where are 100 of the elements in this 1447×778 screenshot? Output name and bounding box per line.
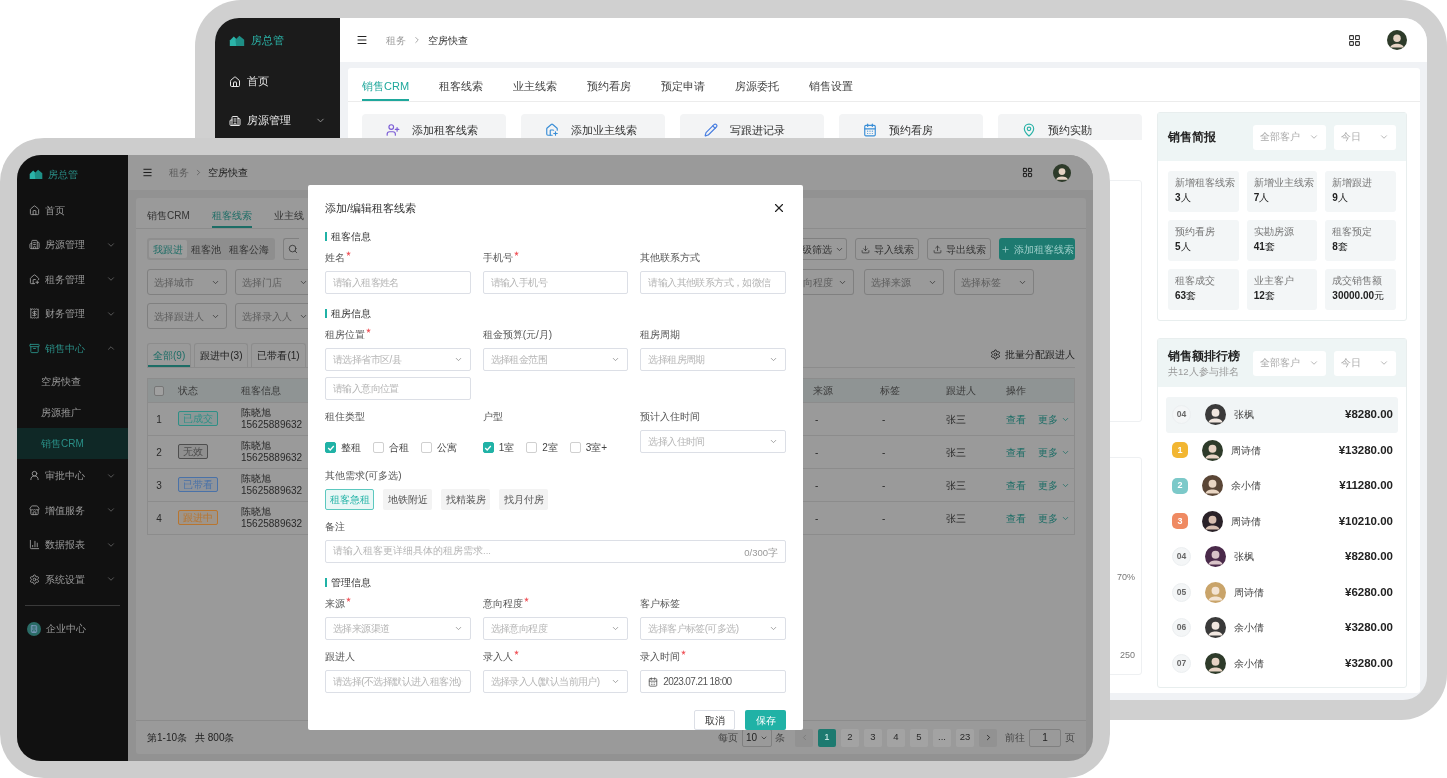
status-tab[interactable]: 跟进中(3) bbox=[194, 343, 249, 367]
option-chip[interactable]: 找精装房 bbox=[441, 489, 490, 510]
column-header: 跟进人 bbox=[945, 384, 977, 398]
quick-action-button[interactable]: 预约实勘 bbox=[998, 114, 1142, 140]
stat-label: 实勘房源 bbox=[1253, 225, 1295, 239]
ranking-row[interactable]: 06 余小倩 ¥3280.00 bbox=[1166, 610, 1398, 646]
tab[interactable]: 租客线索 bbox=[439, 73, 484, 101]
rank-medal: 1 bbox=[1172, 442, 1188, 459]
cancel-button[interactable]: 取消 bbox=[694, 710, 735, 730]
column-header: 来源 bbox=[812, 384, 834, 398]
option-chip[interactable]: 找月付房 bbox=[499, 489, 548, 510]
page-button[interactable]: 23 bbox=[956, 728, 974, 747]
sales-amount: ¥13280.00 bbox=[1338, 442, 1393, 458]
breadcrumb-link[interactable]: 租务 bbox=[386, 32, 406, 48]
status-tab[interactable]: 已带看(1) bbox=[251, 343, 306, 367]
breadcrumb-current: 空房快查 bbox=[208, 166, 248, 180]
sidebar-item[interactable]: 系统设置 bbox=[17, 562, 128, 597]
segment[interactable]: 租客公海 bbox=[225, 240, 273, 258]
tab[interactable]: 业主线索 bbox=[513, 73, 558, 101]
sidebar-item[interactable]: 销售中心 bbox=[17, 331, 128, 366]
page-button[interactable]: 2 bbox=[841, 728, 859, 747]
tab[interactable]: 销售CRM bbox=[147, 204, 190, 228]
sidebar-subitem[interactable]: 房源推广 bbox=[17, 396, 128, 428]
checkbox-option[interactable]: 1室 bbox=[482, 440, 515, 455]
field-label: 其他需求(可多选) bbox=[325, 469, 402, 483]
quick-action-button[interactable]: 写跟进记录 bbox=[680, 114, 824, 140]
goto-page-field[interactable]: 1 bbox=[1029, 728, 1061, 747]
sidebar-item[interactable]: 审批中心 bbox=[17, 458, 128, 493]
field-label: 租房位置 bbox=[325, 328, 365, 342]
sidebar-item[interactable]: 房源管理 bbox=[17, 227, 128, 262]
ranking-row[interactable]: 05 周诗倩 ¥6280.00 bbox=[1166, 574, 1398, 610]
table-cell-text: - bbox=[814, 412, 820, 427]
person-name: 余小倩 bbox=[1231, 479, 1262, 494]
character-counter: 0/300字 bbox=[744, 546, 778, 561]
tab[interactable]: 预定申请 bbox=[661, 73, 706, 101]
row-number: 3 bbox=[155, 478, 163, 493]
table-cell-text: 张三 bbox=[945, 478, 967, 493]
person-name: 余小倩 bbox=[1234, 621, 1265, 636]
sidebar-subitem[interactable]: 销售CRM bbox=[17, 427, 128, 459]
sidebar-item[interactable]: 首页 bbox=[215, 62, 340, 101]
person-name: 张枫 bbox=[1234, 550, 1255, 565]
rank-number: 07 bbox=[1172, 653, 1191, 673]
add-button[interactable]: 添加租客线索 bbox=[999, 238, 1075, 260]
stat-value: 63套 bbox=[1175, 289, 1198, 304]
sidebar-item[interactable]: 房源管理 bbox=[215, 101, 340, 140]
sidebar-subitem[interactable]: 空房快查 bbox=[17, 365, 128, 397]
date-field[interactable]: 2023.07.21 18:00 bbox=[640, 670, 786, 693]
checkbox-option[interactable]: 2室 bbox=[526, 440, 558, 455]
page-button[interactable]: ... bbox=[933, 728, 951, 747]
field-label: 备注 bbox=[325, 520, 345, 534]
field-label: 租金预算(元/月) bbox=[482, 328, 553, 342]
toolbar-button[interactable]: 导出线索 bbox=[927, 238, 991, 260]
column-header: 标签 bbox=[879, 384, 901, 398]
ranking-row[interactable]: 3 周诗倩 ¥10210.00 bbox=[1166, 503, 1398, 539]
quick-action-button[interactable]: 预约看房 bbox=[839, 114, 983, 140]
checkbox-option[interactable]: 合租 bbox=[373, 440, 409, 455]
ranking-row[interactable]: 1 周诗倩 ¥13280.00 bbox=[1166, 432, 1398, 468]
segment[interactable]: 租客池 bbox=[187, 240, 225, 258]
tab[interactable]: 销售设置 bbox=[809, 73, 854, 101]
sidebar-item[interactable]: 企业中心 bbox=[17, 613, 128, 644]
ranking-row[interactable]: 2 余小倩 ¥11280.00 bbox=[1166, 468, 1398, 504]
option-chip[interactable]: 地铁附近 bbox=[383, 489, 432, 510]
sidebar-item[interactable]: 增值服务 bbox=[17, 493, 128, 528]
ranking-row[interactable]: 04 张枫 ¥8280.00 bbox=[1166, 539, 1398, 575]
card-title: 销售额排行榜 bbox=[1168, 347, 1241, 365]
axis-label: 70% bbox=[1117, 571, 1135, 584]
sidebar-item[interactable]: 首页 bbox=[17, 193, 128, 228]
page-button[interactable]: 3 bbox=[864, 728, 882, 747]
section-title: 租客信息 bbox=[331, 229, 371, 244]
tab[interactable]: 销售CRM bbox=[362, 73, 410, 101]
table-cell-text: 张三 bbox=[945, 445, 967, 460]
ranking-row[interactable]: 07 余小倩 ¥3280.00 bbox=[1166, 645, 1398, 681]
field-label: 预计入住时间 bbox=[640, 410, 701, 424]
sales-amount: ¥8280.00 bbox=[1345, 549, 1393, 565]
tab[interactable]: 业主线 bbox=[273, 204, 304, 228]
card-title: 销售简报 bbox=[1168, 129, 1217, 146]
stat-value: 8套 bbox=[1332, 240, 1349, 255]
page-button[interactable]: 5 bbox=[910, 728, 928, 747]
toolbar-button[interactable]: 导入线索 bbox=[855, 238, 919, 260]
tab[interactable]: 房源委托 bbox=[735, 73, 780, 101]
brand-name: 房总管 bbox=[251, 32, 284, 48]
table-cell-text: - bbox=[814, 511, 820, 526]
tenant-name: 陈晓旭 bbox=[241, 407, 271, 419]
sidebar-item[interactable]: 财务管理 bbox=[17, 296, 128, 331]
sidebar-item[interactable]: 数据报表 bbox=[17, 527, 128, 562]
tab[interactable]: 预约看房 bbox=[587, 73, 632, 101]
batch-assign-button[interactable]: 批量分配跟进人 bbox=[990, 343, 1075, 365]
table-cell-text: - bbox=[814, 445, 820, 460]
axis-label: 250 bbox=[1119, 648, 1135, 662]
card-subtitle: 共12人参与排名 bbox=[1168, 364, 1240, 379]
page-button[interactable]: 1 bbox=[818, 728, 836, 747]
page-button[interactable]: 4 bbox=[887, 728, 905, 747]
sidebar-item[interactable]: 租务管理 bbox=[17, 262, 128, 297]
dialog-title: 添加/编辑租客线索 bbox=[325, 200, 417, 216]
checkbox-option[interactable]: 3室+ bbox=[569, 440, 608, 455]
checkbox-option[interactable]: 公寓 bbox=[421, 440, 457, 455]
ranking-row[interactable]: 04 张枫 ¥8280.00 bbox=[1166, 397, 1398, 433]
quick-action-button[interactable]: 添加租客线索 bbox=[362, 114, 506, 140]
quick-action-button[interactable]: 添加业主线索 bbox=[521, 114, 665, 140]
checkbox-option[interactable]: 整租 bbox=[325, 440, 361, 455]
